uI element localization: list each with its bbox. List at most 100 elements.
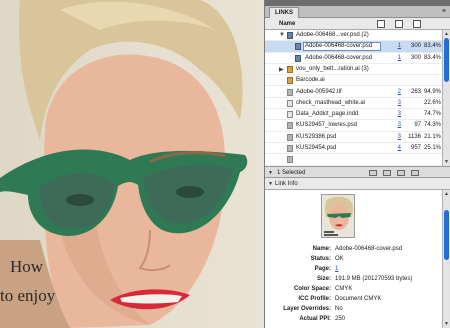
info-key-color-space: Color Space: xyxy=(293,286,331,292)
goto-link-icon[interactable] xyxy=(383,170,391,176)
link-page[interactable]: 1 xyxy=(398,43,401,49)
scroll-up-icon[interactable]: ▲ xyxy=(443,191,450,197)
link-row[interactable]: Data_Addict_page.indd 3 74.7% xyxy=(265,109,443,121)
link-name: Adobe-006468...ver.psd (2) xyxy=(296,32,369,38)
indd-icon xyxy=(287,111,293,119)
psd-icon xyxy=(295,43,301,51)
info-key-icc-profile: ICC Profile: xyxy=(298,296,331,302)
scroll-up-icon[interactable]: ▲ xyxy=(443,31,450,37)
link-scale: 74.7% xyxy=(423,111,441,118)
tif-icon xyxy=(287,88,293,96)
link-row[interactable]: Adobe-006468-cover.psd 1 300 83.4% xyxy=(265,53,443,64)
link-info-header: ▼ Link Info xyxy=(265,178,450,190)
psd-icon xyxy=(287,122,293,130)
link-ppi: 97 xyxy=(414,122,421,129)
psd-icon xyxy=(295,54,301,62)
info-value-layer-overrides: No xyxy=(335,306,343,312)
link-scale: 83.4% xyxy=(423,54,441,61)
thumbnail-image xyxy=(322,195,354,237)
link-page[interactable]: 4 xyxy=(398,145,401,151)
link-name: vou_only_bett...ration.ai (3) xyxy=(296,65,369,72)
info-value-color-space: CMYK xyxy=(335,286,353,292)
psd-icon xyxy=(287,145,293,152)
link-ppi: 300 xyxy=(410,54,421,61)
info-value-page[interactable]: 1 xyxy=(335,266,338,272)
link-name: KUS29457_lowres.psd xyxy=(296,122,358,129)
ad-headline-line-2: to enjoy xyxy=(0,286,56,305)
link-row[interactable]: Adobe-005942.tif 2 263 94.9% xyxy=(265,87,443,98)
info-key-layer-overrides: Layer Overrides: xyxy=(283,306,331,312)
scroll-down-icon[interactable]: ▼ xyxy=(443,321,450,327)
links-scrollbar[interactable]: ▲ ▼ xyxy=(442,30,450,166)
scroll-thumb[interactable] xyxy=(444,210,449,260)
relink-icon[interactable] xyxy=(369,170,377,176)
document-canvas[interactable]: How to enjoy xyxy=(0,0,264,328)
link-row[interactable]: Barcode.ai xyxy=(265,75,443,87)
link-info-panel: Name: Adobe-006468-cover.psd Status: OK … xyxy=(265,190,443,328)
info-value-icc-profile: Document CMYK xyxy=(335,296,382,302)
disclosure-icon[interactable]: ▶ xyxy=(279,66,284,73)
link-row[interactable] xyxy=(265,154,443,166)
link-name: Adobe-006468-cover.psd xyxy=(305,54,373,61)
scroll-down-icon[interactable]: ▼ xyxy=(443,159,450,165)
link-page[interactable]: 1 xyxy=(398,55,401,61)
links-column-header: Name xyxy=(265,18,450,30)
link-page[interactable]: 3 xyxy=(398,111,401,117)
links-panel: LINKS ≡ Name ▼ Adobe-006468...ver.psd (2… xyxy=(264,0,450,328)
links-list: ▼ Adobe-006468...ver.psd (2) Adobe-00646… xyxy=(265,30,443,166)
ad-headline-line-1: How xyxy=(10,257,44,276)
link-name: KUS29386.psd xyxy=(296,133,337,140)
links-status-bar: ▼ 1 Selected xyxy=(265,166,450,178)
link-scale: 94.9% xyxy=(423,88,441,95)
ai-icon xyxy=(287,65,293,73)
link-ppi: 957 xyxy=(410,145,421,151)
link-row[interactable]: KUS29457_lowres.psd 3 97 74.3% xyxy=(265,120,443,132)
column-name-header[interactable]: Name xyxy=(279,21,295,27)
edit-original-icon[interactable] xyxy=(411,170,419,176)
link-row[interactable]: ▼ Adobe-006468...ver.psd (2) xyxy=(265,30,443,42)
sort-icon[interactable] xyxy=(377,20,385,28)
link-row[interactable]: check_masthead_white.ai 3 22.6% xyxy=(265,98,443,110)
link-info-toggle-icon[interactable]: ▼ xyxy=(268,170,273,176)
link-page[interactable]: 2 xyxy=(398,89,401,95)
ai-icon xyxy=(287,99,293,107)
info-key-status: Status: xyxy=(310,256,331,262)
link-page[interactable]: 3 xyxy=(398,100,401,106)
link-row[interactable]: KUS29386.psd 3 1136 21.1% xyxy=(265,132,443,143)
info-key-actual-ppi: Actual PPI: xyxy=(299,316,331,322)
psd-icon xyxy=(287,32,293,39)
link-info-arrow-icon[interactable]: ▼ xyxy=(268,181,273,187)
link-name: Adobe-006468-cover.psd xyxy=(305,43,373,50)
info-key-name: Name: xyxy=(312,246,331,252)
panel-tabbar: LINKS ≡ xyxy=(265,6,450,18)
page-icon[interactable] xyxy=(395,20,403,28)
info-key-size: Size: xyxy=(316,276,331,282)
link-ppi: 300 xyxy=(410,43,421,50)
link-scale: 74.3% xyxy=(423,122,441,129)
link-scale: 21.1% xyxy=(423,133,441,140)
link-scale: 22.6% xyxy=(423,99,441,106)
link-scale: 83.4% xyxy=(423,43,441,50)
link-row[interactable]: KUS29454.psd 4 957 25.1% xyxy=(265,143,443,155)
link-thumbnail xyxy=(321,194,355,238)
link-name: KUS29454.psd xyxy=(296,145,337,151)
link-ppi: 1136 xyxy=(408,133,421,140)
disclosure-icon[interactable]: ▼ xyxy=(279,32,285,38)
psd-icon xyxy=(287,156,293,164)
link-page[interactable]: 3 xyxy=(398,122,401,128)
panel-menu-icon[interactable]: ≡ xyxy=(442,8,446,15)
info-key-page: Page: xyxy=(314,266,331,272)
link-page[interactable]: 3 xyxy=(398,134,401,140)
link-info-scrollbar[interactable]: ▲ ▼ xyxy=(442,190,450,328)
info-icon[interactable] xyxy=(413,20,421,28)
link-ppi: 263 xyxy=(410,88,421,95)
link-row[interactable]: ▶ vou_only_bett...ration.ai (3) xyxy=(265,64,443,76)
scroll-thumb[interactable] xyxy=(444,38,449,82)
info-value-name: Adobe-006468-cover.psd xyxy=(335,246,403,252)
link-row-selected[interactable]: Adobe-006468-cover.psd 1 300 83.4% xyxy=(265,41,443,53)
link-name: check_masthead_white.ai xyxy=(296,99,366,106)
link-name: Adobe-005942.tif xyxy=(296,88,342,95)
tab-links[interactable]: LINKS xyxy=(269,7,299,18)
update-link-icon[interactable] xyxy=(397,170,405,176)
link-scale: 25.1% xyxy=(423,145,441,151)
